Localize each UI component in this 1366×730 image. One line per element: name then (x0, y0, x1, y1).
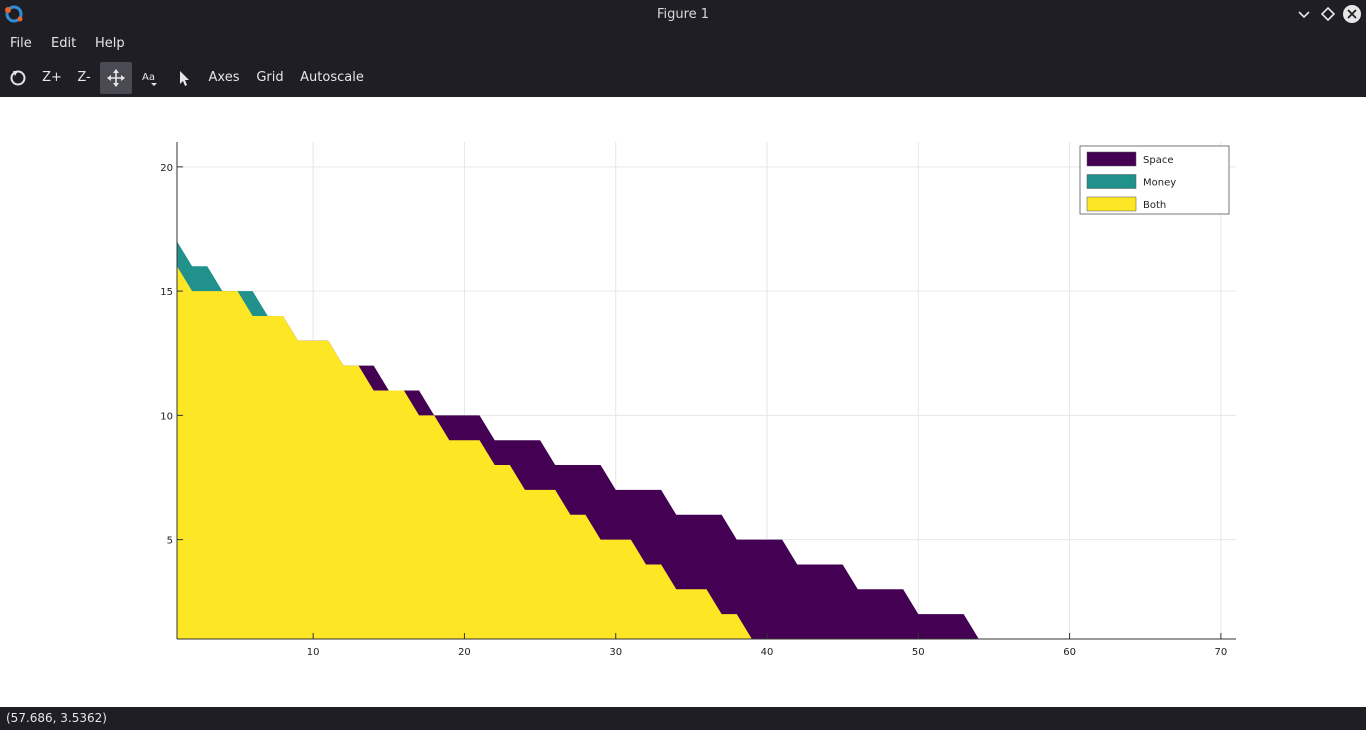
y-tick-label: 15 (160, 287, 173, 298)
font-size-icon: Aa (142, 72, 157, 86)
series-layer (177, 241, 1040, 639)
menu-help[interactable]: Help (95, 29, 125, 59)
menu-bar: File Edit Help (0, 29, 1366, 59)
x-tick-label: 30 (609, 647, 622, 658)
close-icon[interactable] (1342, 4, 1362, 24)
autoscale-button[interactable]: Autoscale (296, 62, 368, 94)
x-tick-label: 40 (761, 647, 774, 658)
grid-button[interactable]: Grid (252, 62, 288, 94)
status-bar: (57.686, 3.5362) (0, 707, 1366, 730)
axes-button[interactable]: Axes (204, 62, 244, 94)
reset-view-button[interactable] (4, 62, 32, 94)
legend-swatch-money (1086, 174, 1137, 189)
select-button[interactable] (170, 62, 198, 94)
x-tick-label: 20 (458, 647, 471, 658)
chart[interactable]: 10 20 30 40 50 60 70 5 10 15 20 Space Money Both (0, 97, 1366, 707)
legend-label-space: Space (1143, 155, 1173, 166)
minimize-icon[interactable] (1294, 4, 1314, 24)
menu-file[interactable]: File (10, 29, 32, 59)
pan-button[interactable] (100, 62, 132, 94)
text-scale-button[interactable]: Aa (136, 62, 164, 94)
toolbar: Z+ Z- Aa Axes Grid Autoscale (0, 59, 1366, 97)
legend-swatch-both (1086, 196, 1137, 212)
move-icon (107, 69, 125, 87)
x-tick-label: 10 (307, 647, 320, 658)
zoom-out-button[interactable]: Z- (70, 62, 98, 94)
y-tick-label: 20 (160, 163, 173, 174)
legend: Space Money Both (1079, 145, 1230, 215)
y-tick-label: 10 (160, 411, 173, 422)
cursor-coordinates: (57.686, 3.5362) (6, 711, 107, 725)
plot-canvas[interactable]: 10 20 30 40 50 60 70 5 10 15 20 Space Money Both (0, 97, 1366, 707)
legend-label-both: Both (1143, 200, 1166, 211)
x-tick-label: 60 (1063, 647, 1076, 658)
y-tick-label: 5 (167, 536, 173, 547)
maximize-icon[interactable] (1318, 4, 1338, 24)
legend-label-money: Money (1143, 178, 1176, 189)
window-title: Figure 1 (656, 7, 710, 22)
svg-text:Aa: Aa (142, 72, 155, 83)
x-tick-label: 70 (1215, 647, 1228, 658)
menu-edit[interactable]: Edit (51, 29, 76, 59)
x-tick-label: 50 (912, 647, 925, 658)
cursor-icon (180, 71, 189, 86)
legend-swatch-space (1086, 151, 1137, 167)
title-bar: Figure 1 (0, 0, 1366, 29)
reset-icon (10, 70, 26, 86)
zoom-in-button[interactable]: Z+ (38, 62, 66, 94)
